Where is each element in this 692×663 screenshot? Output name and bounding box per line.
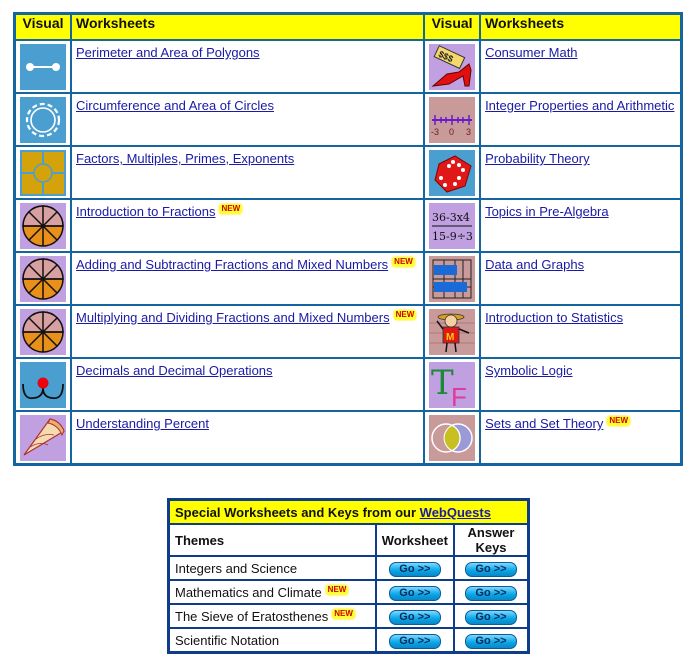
fraction-pie-icon [20,202,66,249]
table-row: Understanding Percent Sets and Set Theor… [13,410,683,466]
pie-slice-icon [20,414,66,461]
svg-text:15-9÷3: 15-9÷3 [432,230,473,243]
table-row: Mathematics and Climate NEW Go >> Go >> [167,579,530,605]
answer-keys-header: Answer Keys [453,523,530,557]
fraction-pie-icon [20,308,66,355]
answer-key-go-button[interactable]: Go >> [465,609,517,625]
themes-header: Themes [167,523,377,557]
worksheet-link[interactable]: Symbolic Logic [485,363,572,378]
header-row: Visual Worksheets Visual Worksheets [13,12,683,41]
visual-header: Visual [13,12,72,41]
worksheet-go-button[interactable]: Go >> [388,633,441,649]
circle-icon [20,96,66,143]
worksheet-link[interactable]: Decimals and Decimal Operations [76,363,273,378]
theme-label: Scientific Notation [175,632,280,648]
theme-label: Integers and Science [175,560,298,576]
worksheet-link[interactable]: Introduction to Fractions [76,204,215,219]
new-badge: NEW [607,416,631,426]
worksheet-link[interactable]: Perimeter and Area of Polygons [76,45,260,60]
statistics-character-icon: M [429,308,476,355]
worksheet-link[interactable]: Probability Theory [485,151,590,166]
new-badge: NEW [332,608,355,619]
table-row: Scientific Notation Go >> Go >> [167,627,530,654]
answer-key-go-button[interactable]: Go >> [465,561,517,577]
new-badge: NEW [392,257,415,267]
table-row: Integers and Science Go >> Go >> [167,555,530,581]
svg-text:36-3x4: 36-3x4 [432,211,470,224]
line-segment-icon [20,43,66,90]
table-row: Factors, Multiples, Primes, Exponents Pr… [13,145,683,200]
svg-text:0: 0 [449,127,454,137]
worksheet-link[interactable]: Circumference and Area of Circles [76,98,274,113]
svg-text:3: 3 [466,127,471,137]
svg-text:-3: -3 [431,127,439,137]
answer-key-go-button[interactable]: Go >> [465,585,517,601]
bar-graph-icon [429,255,476,302]
decimal-point-icon [20,361,66,408]
table-row: Introduction to Fractions NEW 36-3x4 15-9÷… [13,198,683,253]
table-row: Adding and Subtracting Fractions and Mix… [13,251,683,306]
worksheets-header: Worksheets [69,12,426,41]
worksheet-link[interactable]: Integer Properties and Arithmetic [485,98,674,113]
venn-diagram-icon [429,414,476,461]
worksheet-link[interactable]: Consumer Math [485,45,577,60]
worksheet-link[interactable]: Understanding Percent [76,416,209,431]
worksheet-link[interactable]: Introduction to Statistics [485,310,623,325]
worksheet-link[interactable]: Multiplying and Dividing Fractions and M… [76,310,390,325]
worksheet-link[interactable]: Data and Graphs [485,257,584,272]
new-badge: NEW [393,310,417,320]
worksheet-link[interactable]: Adding and Subtracting Fractions and Mix… [76,257,388,272]
fraction-pie-icon [20,255,66,302]
worksheet-link[interactable]: Topics in Pre-Algebra [485,204,609,219]
webquests-link[interactable]: WebQuests [420,505,491,520]
svg-text:F: F [451,382,467,408]
worksheet-go-button[interactable]: Go >> [388,609,441,625]
table-row: Multiplying and Dividing Fractions and M… [13,304,683,359]
svg-text:M: M [446,332,454,343]
table-row: Circumference and Area of Circles -3 0 3 I… [13,92,683,147]
worksheet-go-button[interactable]: Go >> [388,561,441,577]
new-badge: NEW [219,204,243,214]
table-row: Perimeter and Area of Polygons $$$ Consu… [13,39,683,94]
factor-grid-icon [20,149,66,196]
table-row: The Sieve of Eratosthenes NEW Go >> Go >> [167,603,530,629]
worksheet-header: Worksheet [374,523,456,557]
number-line-icon: -3 0 3 [429,96,476,143]
worksheets-header: Worksheets [479,12,683,41]
new-badge: NEW [325,584,349,595]
worksheets-table: Visual Worksheets Visual Worksheets Peri… [13,12,683,466]
answer-key-go-button[interactable]: Go >> [465,633,517,649]
shoe-price-tag-icon: $$$ [429,43,476,90]
visual-header: Visual [423,12,482,41]
true-false-icon: TF [429,361,476,408]
worksheet-link[interactable]: Factors, Multiples, Primes, Exponents [76,151,294,166]
expression-icon: 36-3x4 15-9÷3 [429,202,476,249]
theme-label: The Sieve of Eratosthenes [175,608,329,624]
table-row: Decimals and Decimal Operations TF Symbo… [13,357,683,412]
theme-label: Mathematics and Climate [175,584,322,600]
webquests-title: Special Worksheets and Keys from our Web… [167,498,530,525]
dice-icon [429,149,476,196]
worksheet-go-button[interactable]: Go >> [388,585,441,601]
worksheet-link[interactable]: Sets and Set Theory [485,416,603,431]
webquests-table: Special Worksheets and Keys from our Web… [167,498,530,654]
